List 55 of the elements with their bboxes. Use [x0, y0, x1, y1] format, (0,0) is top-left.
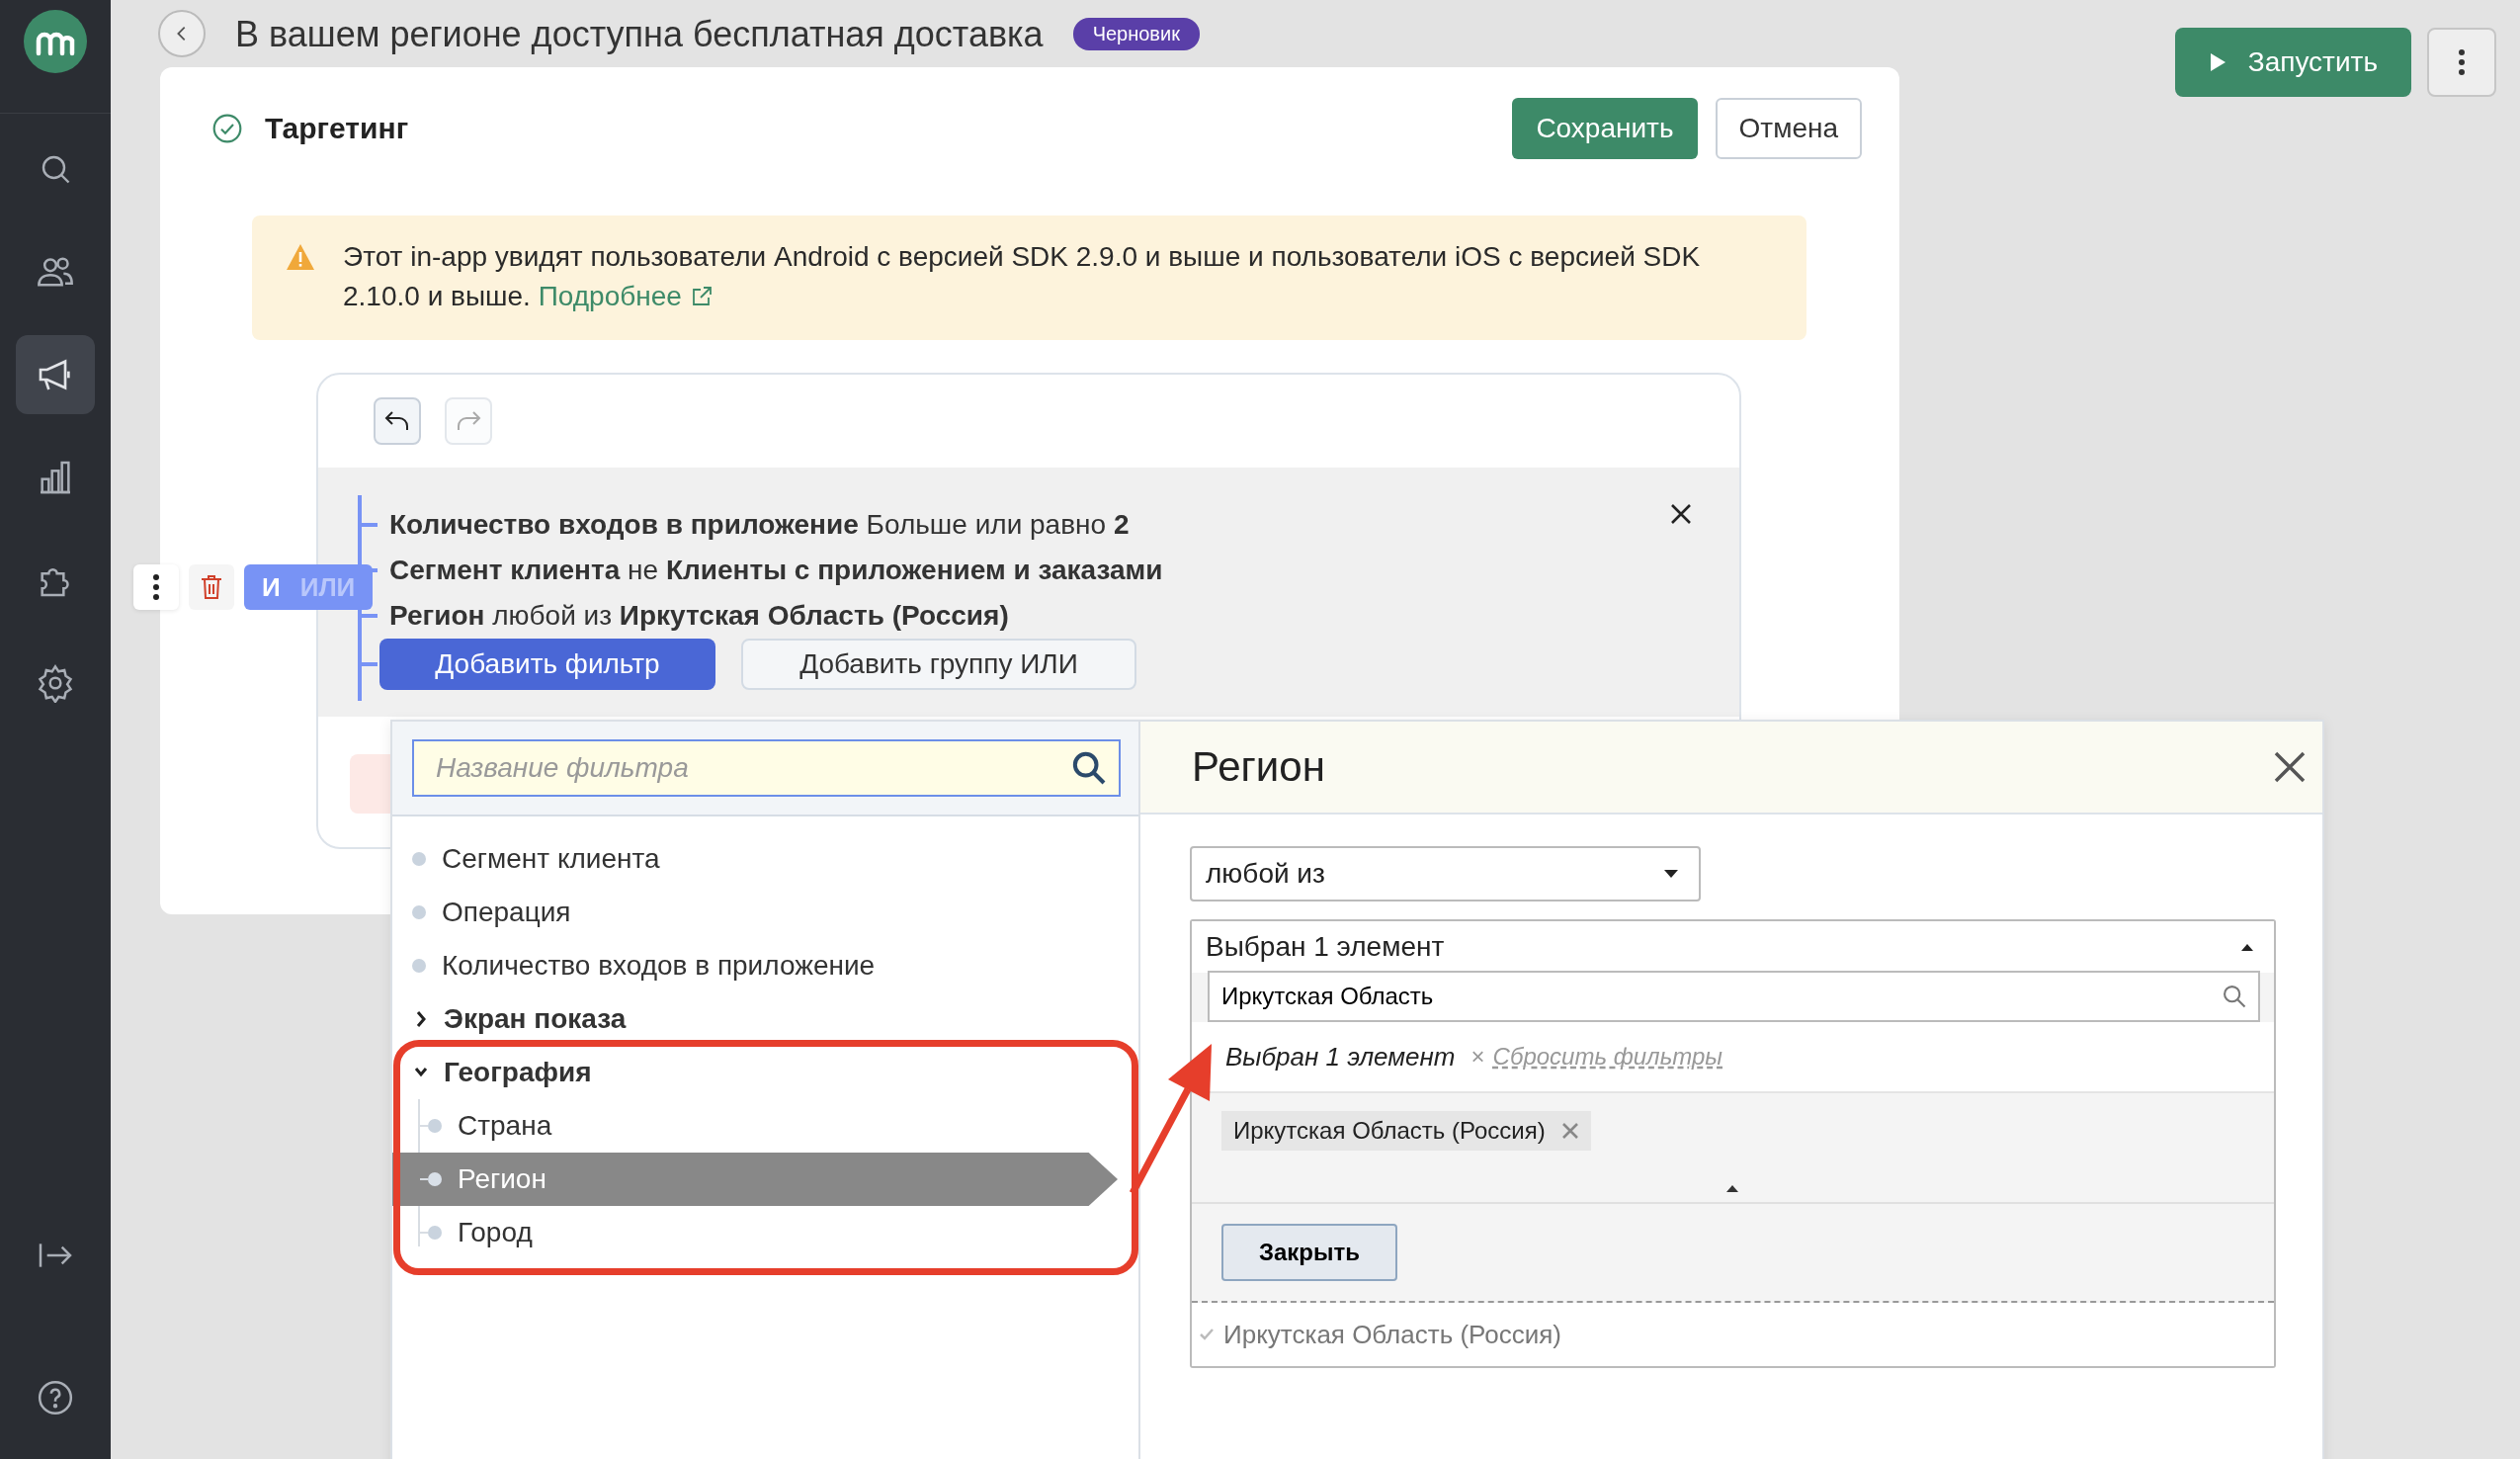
undo-icon [384, 410, 410, 432]
caret-icon [2240, 942, 2254, 952]
chevron-icon [414, 1009, 428, 1029]
add-filter-button[interactable]: Добавить фильтр [379, 639, 715, 690]
close-icon [2273, 750, 2307, 784]
close-button[interactable] [2273, 750, 2307, 784]
filter-search-field[interactable]: Название фильтра [412, 739, 1121, 797]
redo-icon [456, 410, 481, 432]
status-badge: Черновик [1072, 18, 1200, 50]
check-icon [1200, 1328, 1214, 1341]
save-button[interactable]: Сохранить [1512, 98, 1698, 159]
multiselect-header[interactable]: Выбран 1 элемент [1192, 921, 2274, 973]
filter-item[interactable]: Сегмент клиента [392, 832, 1138, 886]
delete-button[interactable] [189, 564, 234, 610]
page-title: В вашем регионе доступна бесплатная доставка [235, 14, 1044, 55]
section-title: Таргетинг [265, 112, 409, 145]
selected-chip: Иркутская Область (Россия) [1221, 1111, 1591, 1151]
region-option[interactable]: Иркутская Область (Россия) [1192, 1303, 2274, 1366]
kebab-icon [152, 573, 160, 601]
close-icon [1670, 503, 1692, 525]
kebab-icon [2458, 48, 2466, 76]
check-circle-icon [211, 113, 243, 144]
add-group-button[interactable]: Добавить группу ИЛИ [741, 639, 1136, 690]
play-icon [2208, 52, 2226, 72]
notice-text: Этот in-app увидят пользователи Android с версией SDK 2.9.0 и выше и пользователи iOS с версией SDK 2.10.0 и выше. Подробнее [343, 240, 1702, 313]
remove-icon[interactable] [1560, 1122, 1579, 1140]
remove-button[interactable] [1670, 503, 1692, 525]
filter-item[interactable]: Страна [392, 1099, 1138, 1153]
close-button[interactable]: Закрыть [1221, 1224, 1397, 1281]
filter-condition[interactable]: Регион любой из Иркутская Область (Россия) [389, 600, 1009, 632]
filter-item[interactable]: Количество входов в приложение [392, 939, 1138, 992]
trash-icon [201, 574, 222, 600]
run-button[interactable]: Запустить [2174, 28, 2411, 97]
operator-dropdown[interactable]: любой из [1190, 846, 1701, 901]
filter-item[interactable]: Операция [392, 886, 1138, 939]
selected-count: Выбран 1 элемент [1225, 1041, 1456, 1073]
filter-item[interactable]: Регион [392, 1153, 1118, 1206]
more-button[interactable] [133, 564, 179, 610]
undo-button[interactable] [374, 397, 421, 445]
more-link[interactable]: Подробнее [538, 281, 714, 311]
cancel-button[interactable]: Отмена [1715, 98, 1862, 159]
collapse-icon[interactable] [1725, 1184, 1739, 1192]
caret-down-icon [1663, 869, 1679, 879]
filter-group[interactable]: География [392, 1046, 1138, 1099]
filter-condition[interactable]: Количество входов в приложение Больше или равно 2 [389, 509, 1130, 541]
help-icon [36, 1378, 75, 1417]
panel-title: Регион [1192, 743, 1325, 791]
nav-button[interactable] [16, 335, 95, 414]
region-search-field[interactable]: Иркутская Область [1208, 971, 2260, 1022]
warning-icon [286, 243, 315, 271]
search-icon [2221, 983, 2248, 1010]
filter-group[interactable]: Экран показа [392, 992, 1138, 1046]
filter-condition[interactable]: Сегмент клиента не Клиенты с приложением и заказами [389, 555, 1163, 586]
settings-icon [36, 663, 75, 703]
filter-item[interactable]: Город [392, 1206, 1138, 1259]
